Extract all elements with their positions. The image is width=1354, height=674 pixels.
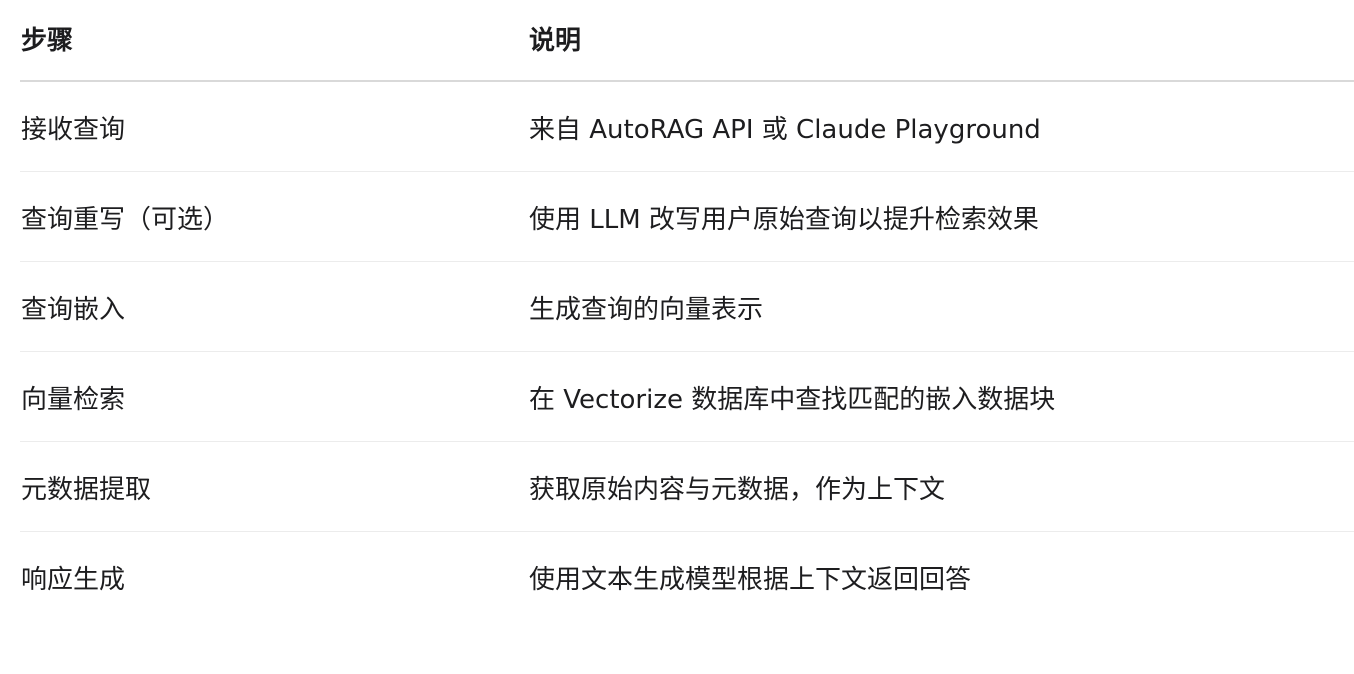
table-row: 响应生成 使用文本生成模型根据上下文返回回答 bbox=[20, 532, 1354, 621]
table-row: 查询嵌入 生成查询的向量表示 bbox=[20, 262, 1354, 352]
step-cell: 响应生成 bbox=[21, 564, 126, 595]
description-cell: 使用 LLM 改写用户原始查询以提升检索效果 bbox=[529, 204, 1039, 235]
description-cell: 生成查询的向量表示 bbox=[529, 294, 764, 325]
description-cell: 使用文本生成模型根据上下文返回回答 bbox=[529, 564, 972, 595]
step-cell: 查询嵌入 bbox=[21, 294, 126, 325]
table-row: 接收查询 来自 AutoRAG API 或 Claude Playground bbox=[20, 82, 1354, 172]
table-row: 元数据提取 获取原始内容与元数据，作为上下文 bbox=[20, 442, 1354, 532]
step-cell: 向量检索 bbox=[21, 384, 126, 415]
table-row: 向量检索 在 Vectorize 数据库中查找匹配的嵌入数据块 bbox=[20, 352, 1354, 442]
header-step: 步骤 bbox=[21, 25, 74, 56]
step-cell: 接收查询 bbox=[21, 114, 126, 145]
table-header-row: 步骤 说明 bbox=[20, 0, 1354, 82]
steps-table: 步骤 说明 接收查询 来自 AutoRAG API 或 Claude Playg… bbox=[20, 0, 1354, 621]
description-cell: 获取原始内容与元数据，作为上下文 bbox=[529, 474, 946, 505]
step-cell: 查询重写（可选） bbox=[21, 204, 230, 235]
header-description: 说明 bbox=[529, 25, 582, 56]
table-row: 查询重写（可选） 使用 LLM 改写用户原始查询以提升检索效果 bbox=[20, 172, 1354, 262]
description-cell: 在 Vectorize 数据库中查找匹配的嵌入数据块 bbox=[529, 384, 1056, 415]
step-cell: 元数据提取 bbox=[21, 474, 152, 505]
description-cell: 来自 AutoRAG API 或 Claude Playground bbox=[529, 114, 1041, 145]
